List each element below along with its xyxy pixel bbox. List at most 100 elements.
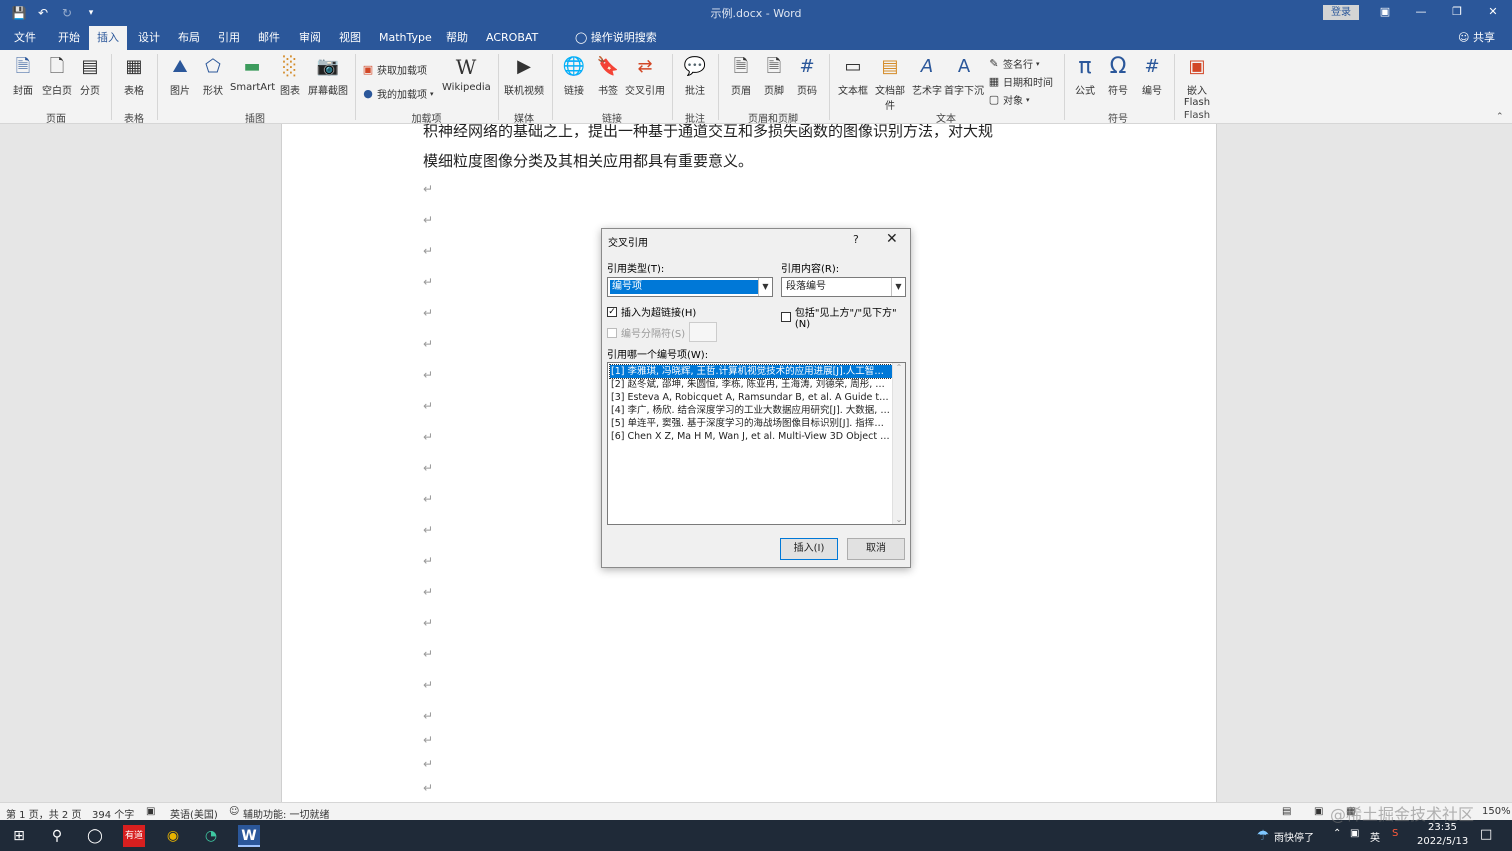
list-item[interactable]: [5] 单连平, 窦强. 基于深度学习的海战场图像目标识别[J]. 指挥控... xyxy=(610,417,892,430)
page-number-button[interactable]: # 页码 xyxy=(793,54,821,97)
number-button[interactable]: # 编号 xyxy=(1137,54,1167,97)
proofing-icon[interactable]: ▣ xyxy=(146,806,155,817)
notification-icon[interactable]: □ xyxy=(1480,827,1492,842)
scroll-up-icon[interactable]: ⌃ xyxy=(893,363,905,372)
separator-input[interactable] xyxy=(689,322,717,342)
document-text-line: 模细粒度图像分类及其相关应用都具有重要意义。 xyxy=(423,152,754,170)
shapes-button[interactable]: ⬠ 形状 xyxy=(198,54,228,97)
tab-layout[interactable]: 布局 xyxy=(170,26,208,50)
word-count[interactable]: 394 个字 xyxy=(92,806,134,821)
comment-button[interactable]: 💬 批注 xyxy=(680,54,710,97)
link-button[interactable]: 🌐 链接 xyxy=(559,54,589,97)
collapse-ribbon-icon[interactable]: ⌃ xyxy=(1496,112,1504,122)
tab-acrobat[interactable]: ACROBAT xyxy=(478,26,546,50)
embed-flash-button[interactable]: ▣ 嵌入 Flash xyxy=(1180,54,1214,108)
taskbar: ⊞ ⚲ ◯ 有道 ◉ ◔ W ☂ 雨快停了 ⌃ ▣ 英 S 23:35 2022… xyxy=(0,820,1512,851)
accessibility-status[interactable]: 辅助功能: 一切就绪 xyxy=(243,806,330,821)
signature-line-button[interactable]: ✎ 签名行 ▾ xyxy=(988,56,1039,71)
cortana-icon[interactable]: ◯ xyxy=(84,825,106,847)
textbox-button[interactable]: ▭ 文本框 xyxy=(836,54,870,97)
list-item[interactable]: [6] Chen X Z, Ma H M, Wan J, et al. Mult… xyxy=(610,430,892,443)
share-button[interactable]: ☺ 共享 xyxy=(1458,26,1495,50)
tray-expand-icon[interactable]: ⌃ xyxy=(1333,828,1341,839)
tab-home[interactable]: 开始 xyxy=(50,26,88,50)
cross-reference-button[interactable]: ⇄ 交叉引用 xyxy=(624,54,666,97)
restore-icon[interactable]: ❐ xyxy=(1442,2,1472,22)
scroll-down-icon[interactable]: ⌄ xyxy=(893,515,905,524)
object-button[interactable]: ▢ 对象 ▾ xyxy=(988,92,1030,107)
my-addins-button[interactable]: ● 我的加载项 ▾ xyxy=(362,86,433,101)
youdao-icon[interactable]: 有道 xyxy=(123,825,145,847)
insert-button[interactable]: 插入(I) xyxy=(780,538,838,560)
clock-date[interactable]: 2022/5/13 xyxy=(1417,836,1468,847)
word-icon[interactable]: W xyxy=(238,825,260,847)
page-break-button[interactable]: ▤ 分页 xyxy=(76,54,104,97)
footer-button[interactable]: 🗎 页脚 xyxy=(760,54,788,97)
page-count[interactable]: 第 1 页，共 2 页 xyxy=(6,806,81,821)
smartart-label: SmartArt xyxy=(230,82,276,93)
tab-mailings[interactable]: 邮件 xyxy=(250,26,288,50)
quick-parts-button[interactable]: ▤ 文档部件 xyxy=(871,54,909,112)
separator-checkbox[interactable]: 编号分隔符(S) xyxy=(607,325,685,340)
edge-icon[interactable]: ◔ xyxy=(200,825,222,847)
header-button[interactable]: 🗎 页眉 xyxy=(727,54,755,97)
sogou-icon[interactable]: S xyxy=(1392,828,1398,839)
picture-button[interactable]: ⛰ 图片 xyxy=(165,54,195,97)
date-time-button[interactable]: ▦ 日期和时间 xyxy=(988,74,1053,89)
ime-indicator[interactable]: 英 xyxy=(1370,829,1380,844)
login-button[interactable]: 登录 xyxy=(1323,5,1359,20)
smartart-button[interactable]: ▬ SmartArt xyxy=(230,54,276,93)
wordart-label: 艺术字 xyxy=(912,86,942,97)
include-above-below-checkbox[interactable]: 包括"见上方"/"见下方"(N) xyxy=(781,304,910,330)
tab-mathtype[interactable]: MathType xyxy=(371,26,440,50)
wordart-button[interactable]: A 艺术字 xyxy=(911,54,943,97)
tab-insert[interactable]: 插入 xyxy=(89,26,127,50)
insert-hyperlink-checkbox[interactable]: ✓ 插入为超链接(H) xyxy=(607,304,696,319)
network-icon[interactable]: ▣ xyxy=(1350,828,1359,839)
tell-me-search[interactable]: ◯ 操作说明搜索 xyxy=(575,26,657,50)
reference-type-select[interactable]: 编号项 ▼ xyxy=(607,277,773,297)
list-item[interactable]: [3] Esteva A, Robicquet A, Ramsundar B, … xyxy=(610,391,892,404)
weather-text[interactable]: 雨快停了 xyxy=(1274,829,1314,844)
help-icon[interactable]: ? xyxy=(853,233,859,246)
windows-start-icon[interactable]: ⊞ xyxy=(8,825,30,847)
reference-content-select[interactable]: 段落编号 ▼ xyxy=(781,277,906,297)
minimize-icon[interactable]: — xyxy=(1406,2,1436,22)
search-icon[interactable]: ⚲ xyxy=(46,825,68,847)
wikipedia-button[interactable]: W Wikipedia xyxy=(442,54,491,93)
link-label: 链接 xyxy=(564,86,584,97)
group-separator xyxy=(157,54,158,120)
symbol-button[interactable]: Ω 符号 xyxy=(1103,54,1133,97)
ribbon-display-icon[interactable]: ▣ xyxy=(1370,2,1400,22)
language[interactable]: 英语(美国) xyxy=(170,806,218,821)
bookmark-button[interactable]: 🔖 书签 xyxy=(594,54,622,97)
cancel-button[interactable]: 取消 xyxy=(847,538,905,560)
list-item[interactable]: [4] 李广, 杨欣. 结合深度学习的工业大数据应用研究[J]. 大数据, 20… xyxy=(610,404,892,417)
list-item[interactable]: [1] 李雅琪, 冯晓辉, 王哲.计算机视觉技术的应用进展[J].人工智能, 2… xyxy=(609,364,893,379)
numbered-items-list[interactable]: [1] 李雅琪, 冯晓辉, 王哲.计算机视觉技术的应用进展[J].人工智能, 2… xyxy=(607,362,906,525)
paragraph-mark: ↵ xyxy=(423,244,434,258)
tab-design[interactable]: 设计 xyxy=(130,26,168,50)
print-layout-icon[interactable]: ▣ xyxy=(1314,806,1323,817)
chrome-icon[interactable]: ◉ xyxy=(162,825,184,847)
read-mode-icon[interactable]: ▤ xyxy=(1282,806,1291,817)
blank-page-button[interactable]: 🗋 空白页 xyxy=(40,54,74,97)
equation-button[interactable]: π 公式 xyxy=(1070,54,1100,97)
tab-view[interactable]: 视图 xyxy=(331,26,369,50)
tab-file[interactable]: 文件 xyxy=(6,26,44,50)
drop-cap-button[interactable]: A 首字下沉 xyxy=(944,54,984,97)
tab-review[interactable]: 审阅 xyxy=(291,26,329,50)
tab-help[interactable]: 帮助 xyxy=(438,26,476,50)
online-video-button[interactable]: ▶ 联机视频 xyxy=(503,54,545,97)
tab-references[interactable]: 引用 xyxy=(210,26,248,50)
screenshot-button[interactable]: 📷 屏幕截图 xyxy=(306,54,350,97)
list-scrollbar[interactable]: ⌃ ⌄ xyxy=(892,363,905,524)
cover-page-button[interactable]: 🗎 封面 xyxy=(8,54,38,97)
close-icon[interactable]: ✕ xyxy=(886,231,898,247)
zoom-level[interactable]: 150% xyxy=(1482,806,1511,817)
close-icon[interactable]: ✕ xyxy=(1478,2,1508,22)
table-button[interactable]: ▦ 表格 xyxy=(118,54,150,97)
chart-button[interactable]: ░ 图表 xyxy=(277,54,303,97)
get-addins-button[interactable]: ▣ 获取加载项 xyxy=(362,62,427,77)
list-item[interactable]: [2] 赵冬斌, 邵坤, 朱圆恒, 李栋, 陈亚冉, 王海涛, 刘德荣, 周彤,… xyxy=(610,378,892,391)
